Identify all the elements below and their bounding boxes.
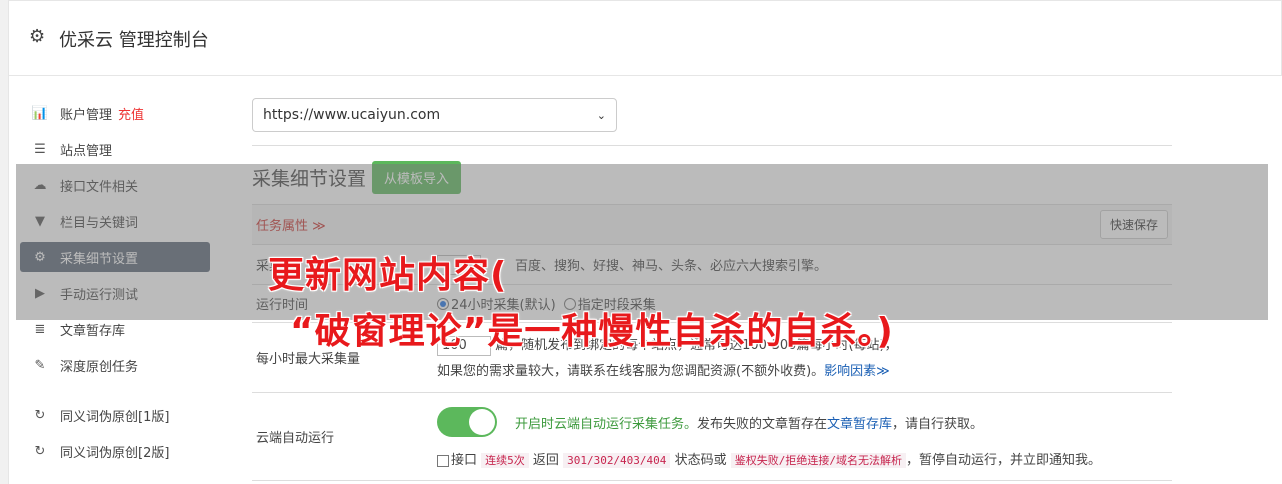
factors-link[interactable]: 影响因素≫ [824, 364, 890, 379]
row-text: 接口 [451, 453, 478, 468]
row-text: 状态码或 [674, 453, 727, 468]
filter-icon: ▼ [35, 213, 45, 229]
sidebar-item-label: 栏目与关键词 [60, 215, 139, 231]
task-attr-toggle[interactable]: 任务属性 ≫ [256, 215, 326, 234]
table-row: 云端自动运行 开启时云端自动运行采集任务。 发布失败的文章暂存在 文章暂存库 ，请自… [252, 393, 1172, 481]
row-text: ，请自行获取。 [892, 416, 984, 432]
pause-checkbox[interactable] [437, 454, 449, 467]
row-label: 云端自动运行 [256, 431, 335, 446]
sidebar-item-label: 文章暂存库 [60, 323, 126, 339]
sidebar-item-label: 站点管理 [60, 143, 113, 159]
server-icon: ☰ [34, 141, 46, 157]
divider [252, 145, 1172, 146]
bar-chart-icon: 📊 [31, 105, 49, 121]
sidebar: 📊 账户管理 充值 ☰ 站点管理 ☁ 接口文件相关 ▼ 栏目与关键词 ⚙ 采集细… [20, 98, 210, 472]
article-store-link[interactable]: 文章暂存库 [827, 413, 892, 432]
section-title: 采集细节设置 [252, 168, 367, 190]
sidebar-item-collect-settings[interactable]: ⚙ 采集细节设置 [20, 242, 210, 272]
sidebar-item-label: 手动运行测试 [60, 287, 139, 303]
row-text: ，暂停自动运行，并立即通知我。 [905, 453, 1101, 468]
sidebar-item-label: 深度原创任务 [60, 359, 139, 375]
import-template-button[interactable]: 从模板导入 [372, 161, 462, 194]
sidebar-item-label: 接口文件相关 [60, 179, 139, 195]
play-circle-icon: ▶ [35, 285, 45, 301]
code-text: 301/302/403/404 [563, 453, 671, 468]
sidebar-item-label: 同义词伪原创[1版] [60, 409, 170, 425]
gear-icon: ⚙ [29, 26, 46, 47]
sidebar-item-article-store[interactable]: ≣ 文章暂存库 [20, 314, 210, 344]
database-icon: ≣ [34, 321, 46, 337]
row-text: 百度、搜狗、好搜、神马、头条、必应六大搜索引擎。 [515, 259, 828, 274]
row-text: 如果您的需求量较大，请联系在线客服为您调配资源(不额外收费)。 [437, 364, 825, 379]
chevron-down-icon: ⌄ [596, 108, 606, 122]
sidebar-item-sites[interactable]: ☰ 站点管理 [20, 134, 210, 164]
refresh-icon: ↻ [34, 443, 46, 459]
gears-icon: ⚙ [34, 249, 46, 265]
overlay-caption-line1: 更新网站内容( [268, 255, 508, 296]
sidebar-item-keywords[interactable]: ▼ 栏目与关键词 [20, 206, 210, 236]
refresh-icon: ↻ [34, 407, 46, 423]
row-text: 发布失败的文章暂存在 [697, 416, 828, 432]
auto-run-toggle[interactable] [437, 407, 497, 437]
sidebar-item-synonym-v2[interactable]: ↻ 同义词伪原创[2版] [20, 436, 210, 466]
sidebar-item-account[interactable]: 📊 账户管理 充值 [20, 98, 210, 128]
overlay-caption-line2: “破窗理论”是一种慢性自杀的自杀。) [290, 311, 894, 352]
sidebar-item-interface[interactable]: ☁ 接口文件相关 [20, 170, 210, 200]
cloud-upload-icon: ☁ [33, 177, 47, 193]
quick-save-button[interactable]: 快速保存 [1099, 210, 1168, 239]
row-text: 返回 [532, 453, 559, 468]
auto-run-desc: 开启时云端自动运行采集任务。 [515, 416, 698, 432]
top-header: ⚙ 优采云 管理控制台 [8, 0, 1282, 76]
recharge-link[interactable]: 充值 [118, 104, 144, 123]
site-select[interactable]: https://www.ucaiyun.com ⌄ [252, 98, 617, 132]
table-header: 任务属性 ≫ 快速保存 [252, 205, 1172, 245]
sidebar-item-manual-run[interactable]: ▶ 手动运行测试 [20, 278, 210, 308]
sidebar-item-deep-original[interactable]: ✎ 深度原创任务 [20, 350, 210, 380]
sidebar-item-label: 同义词伪原创[2版] [60, 445, 170, 461]
edit-icon: ✎ [34, 357, 46, 373]
page-title: 优采云 管理控制台 [59, 30, 209, 51]
site-select-value: https://www.ucaiyun.com [263, 107, 441, 123]
sidebar-item-synonym-v1[interactable]: ↻ 同义词伪原创[1版] [20, 400, 210, 430]
code-text: 鉴权失败/拒绝连接/域名无法解析 [730, 453, 906, 468]
sidebar-item-label: 账户管理 [60, 107, 113, 123]
sidebar-item-label: 采集细节设置 [60, 251, 139, 267]
code-text: 连续5次 [481, 453, 529, 468]
